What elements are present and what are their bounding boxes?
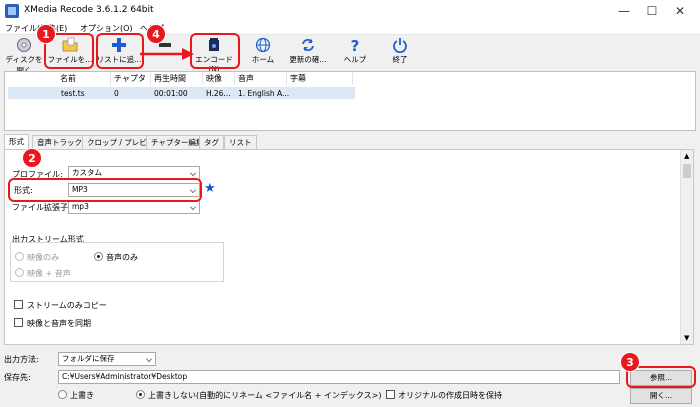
column-header-video[interactable]: 映像 xyxy=(203,72,235,85)
svg-text:?: ? xyxy=(351,37,360,53)
file-list[interactable]: 名前 チャプター 再生時間 映像 音声 字幕 test.ts 0 00:01:0… xyxy=(4,71,696,131)
column-header-audio[interactable]: 音声 xyxy=(235,72,287,85)
output-method-label: 出力方法: xyxy=(4,355,39,364)
output-method-select[interactable]: フォルダに保存 xyxy=(58,352,156,366)
tab-strip: 形式 音声トラック 1 クロップ / プレビュー チャプター編集 タグ リスト xyxy=(0,134,700,149)
profile-value: カスタム xyxy=(72,168,102,177)
chevron-down-icon xyxy=(146,356,152,362)
radio-video-only[interactable] xyxy=(15,252,24,261)
panel-scrollbar[interactable]: ▲ ▼ xyxy=(680,150,693,344)
cell-name: test.ts xyxy=(61,89,85,98)
radio-audio-only-label: 音声のみ xyxy=(106,253,138,262)
cell-chapters: 0 xyxy=(114,89,119,98)
file-extension-label: ファイル拡張子: xyxy=(12,203,71,212)
app-logo-icon xyxy=(5,4,19,18)
radio-audio-only[interactable] xyxy=(94,252,103,261)
help-button[interactable]: ? ヘルプ xyxy=(338,35,372,69)
radio-video-only-label: 映像のみ xyxy=(27,253,59,262)
sync-label: 映像と音声を同期 xyxy=(27,319,91,328)
highlight-add-to-list xyxy=(96,33,144,69)
stream-copy-label: ストリームのみコピー xyxy=(27,301,107,310)
window-title: XMedia Recode 3.6.1.2 64bit xyxy=(24,5,154,15)
disc-icon xyxy=(17,38,31,52)
chevron-down-icon xyxy=(190,170,196,176)
destination-value: C:¥Users¥Administrator¥Desktop xyxy=(62,372,188,381)
sync-checkbox[interactable] xyxy=(14,318,23,327)
radio-overwrite[interactable] xyxy=(58,390,67,399)
exit-label: 終了 xyxy=(392,55,408,64)
keep-date-label: オリジナルの作成日時を保持 xyxy=(398,391,502,400)
cell-video: H.26... xyxy=(206,89,231,98)
radio-no-overwrite-label: 上書きしない(自動的にリネーム <ファイル名 + インデックス>) xyxy=(148,391,382,400)
globe-icon xyxy=(255,37,271,53)
favorite-star-icon[interactable]: ★ xyxy=(204,181,216,196)
help-label: ヘルプ xyxy=(343,55,367,64)
column-header-duration[interactable]: 再生時間 xyxy=(151,72,203,85)
check-update-label: 更新の確... xyxy=(289,55,327,64)
exit-button[interactable]: 終了 xyxy=(384,35,416,69)
home-button[interactable]: ホーム xyxy=(246,35,280,69)
file-extension-select[interactable]: mp3 xyxy=(68,200,200,214)
tab-tags[interactable]: タグ xyxy=(199,135,224,149)
step-badge-2: 2 xyxy=(22,148,42,168)
tab-list[interactable]: リスト xyxy=(224,135,257,149)
home-label: ホーム xyxy=(251,55,275,64)
radio-no-overwrite[interactable] xyxy=(136,390,145,399)
destination-label: 保存先: xyxy=(4,373,31,382)
open-folder-button[interactable]: 開く... xyxy=(630,388,692,404)
column-header-subtitle[interactable]: 字幕 xyxy=(287,72,353,85)
power-icon xyxy=(393,38,407,53)
question-icon: ? xyxy=(351,37,360,53)
scroll-down-icon[interactable]: ▼ xyxy=(684,334,689,342)
cell-audio: 1. English A... xyxy=(238,89,290,98)
close-icon[interactable]: ✕ xyxy=(668,2,692,20)
radio-overwrite-label: 上書き xyxy=(70,391,94,400)
output-method-value: フォルダに保存 xyxy=(62,354,115,363)
stream-copy-checkbox[interactable] xyxy=(14,300,23,309)
file-extension-value: mp3 xyxy=(72,202,89,211)
keep-date-checkbox[interactable] xyxy=(386,390,395,399)
check-update-button[interactable]: 更新の確... xyxy=(284,35,332,69)
scroll-thumb[interactable] xyxy=(683,164,691,178)
chevron-down-icon xyxy=(190,204,196,210)
title-bar: XMedia Recode 3.6.1.2 64bit — ☐ ✕ xyxy=(0,0,700,22)
arrow-icon xyxy=(140,48,194,60)
cell-duration: 00:01:00 xyxy=(154,89,188,98)
maximize-icon[interactable]: ☐ xyxy=(640,2,664,20)
destination-input[interactable]: C:¥Users¥Administrator¥Desktop xyxy=(58,370,620,384)
step-badge-1: 1 xyxy=(36,24,56,44)
column-header-chapters[interactable]: チャプター xyxy=(111,72,151,96)
step-badge-4: 4 xyxy=(146,24,166,44)
refresh-icon xyxy=(302,39,314,51)
radio-video-audio-label: 映像 + 音声 xyxy=(27,269,71,278)
radio-video-audio[interactable] xyxy=(15,268,24,277)
tab-format[interactable]: 形式 xyxy=(4,134,29,149)
highlight-format xyxy=(8,178,202,202)
scroll-up-icon[interactable]: ▲ xyxy=(684,152,689,160)
step-badge-3: 3 xyxy=(620,352,640,372)
minimize-icon[interactable]: — xyxy=(612,2,636,20)
column-header-name[interactable]: 名前 xyxy=(57,72,111,85)
